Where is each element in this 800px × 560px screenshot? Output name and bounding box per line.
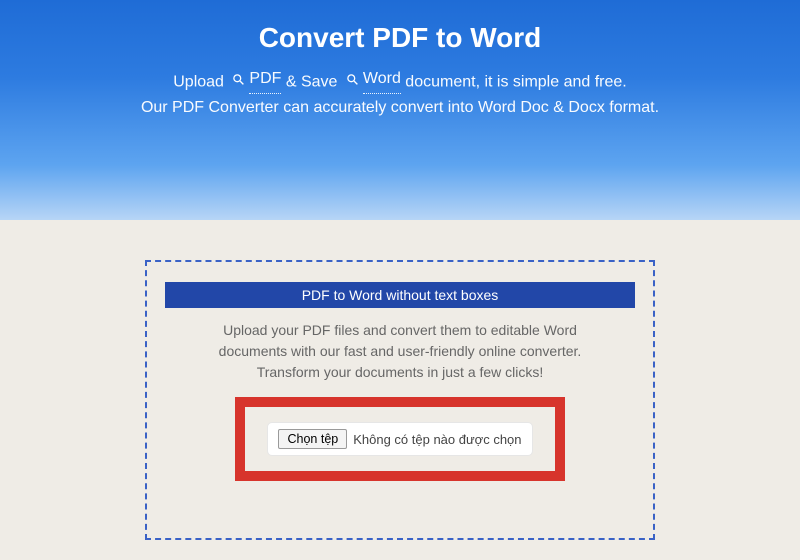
hero-banner: Convert PDF to Word Upload PDF & Save Wo… xyxy=(0,0,800,220)
page-title: Convert PDF to Word xyxy=(0,22,800,54)
card-desc-line1: Upload your PDF files and convert them t… xyxy=(223,322,577,338)
search-icon xyxy=(232,73,245,86)
card-desc-line2: documents with our fast and user-friendl… xyxy=(219,343,582,359)
inline-link-pdf[interactable]: PDF xyxy=(228,66,281,94)
file-picker[interactable]: Chọn tệp Không có tệp nào được chọn xyxy=(267,422,532,456)
hero-text-and-save: & Save xyxy=(286,73,338,90)
hero-subtitle-line1: Upload PDF & Save Word document, it is s… xyxy=(0,66,800,95)
choose-file-button[interactable]: Chọn tệp xyxy=(278,429,347,449)
inline-link-word-label: Word xyxy=(363,66,401,94)
inline-link-word[interactable]: Word xyxy=(342,66,401,94)
hero-subtitle-line2: Our PDF Converter can accurately convert… xyxy=(0,95,800,121)
card-desc-line3: Transform your documents in just a few c… xyxy=(257,364,544,380)
card-header: PDF to Word without text boxes xyxy=(165,282,635,308)
annotation-highlight: Chọn tệp Không có tệp nào được chọn xyxy=(235,397,565,481)
hero-text-upload: Upload xyxy=(173,73,224,90)
file-status-text: Không có tệp nào được chọn xyxy=(353,432,521,447)
search-icon xyxy=(346,73,359,86)
inline-link-pdf-label: PDF xyxy=(249,66,281,94)
hero-text-suffix: document, it is simple and free. xyxy=(405,73,626,90)
upload-dropzone[interactable]: PDF to Word without text boxes Upload yo… xyxy=(145,260,655,540)
card-description: Upload your PDF files and convert them t… xyxy=(165,320,635,383)
content-wrap: PDF to Word without text boxes Upload yo… xyxy=(0,220,800,540)
